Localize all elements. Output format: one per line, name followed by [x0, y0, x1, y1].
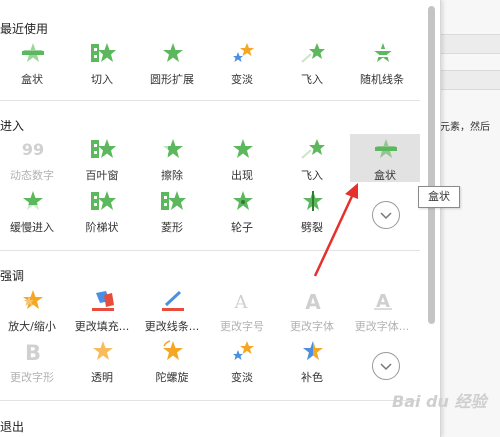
watermark: Bai du 经验	[392, 392, 487, 411]
annotation-arrow	[313, 183, 358, 277]
